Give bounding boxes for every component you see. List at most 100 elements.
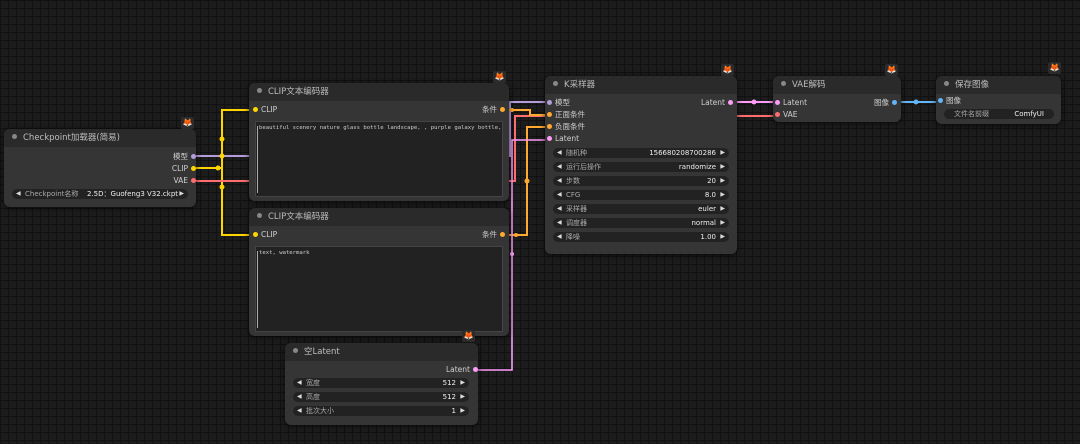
arrow-left-icon[interactable]: ◀ bbox=[557, 162, 562, 172]
arrow-left-icon[interactable]: ◀ bbox=[557, 176, 562, 186]
input-socket[interactable] bbox=[775, 100, 780, 105]
arrow-left-icon[interactable]: ◀ bbox=[557, 204, 562, 214]
collapse-dot[interactable] bbox=[12, 134, 17, 139]
widget-height[interactable]: ◀ 高度 512 ▶ bbox=[293, 392, 469, 402]
arrow-left-icon[interactable]: ◀ bbox=[297, 392, 302, 402]
fox-icon: 🦊 bbox=[181, 117, 194, 129]
arrow-right-icon[interactable]: ▶ bbox=[720, 162, 725, 172]
output-conditioning[interactable]: 条件 bbox=[457, 105, 505, 115]
output-socket[interactable] bbox=[191, 166, 196, 171]
node-save-image[interactable]: 保存图像 图像 文件名前缀 ComfyUI bbox=[936, 76, 1061, 124]
collapse-dot[interactable] bbox=[553, 81, 558, 86]
widget-width[interactable]: ◀ 宽度 512 ▶ bbox=[293, 378, 469, 388]
input-latent[interactable]: Latent bbox=[775, 98, 807, 108]
node-clip-text-encode-positive[interactable]: CLIP文本编码器 CLIP 条件 beautiful scenery natu… bbox=[249, 83, 509, 201]
collapse-dot[interactable] bbox=[257, 213, 262, 218]
arrow-left-icon[interactable]: ◀ bbox=[557, 190, 562, 200]
widget-batch-size[interactable]: ◀ 批次大小 1 ▶ bbox=[293, 406, 469, 416]
input-socket[interactable] bbox=[547, 100, 552, 105]
input-negative[interactable]: 负面条件 bbox=[547, 122, 585, 132]
widget-steps[interactable]: ◀ 步数 20 ▶ bbox=[553, 176, 729, 186]
input-image[interactable]: 图像 bbox=[938, 96, 961, 106]
node-title[interactable]: CLIP文本编码器 bbox=[249, 83, 509, 101]
arrow-right-icon[interactable]: ▶ bbox=[460, 392, 465, 402]
input-socket[interactable] bbox=[547, 112, 552, 117]
arrow-right-icon[interactable]: ▶ bbox=[179, 189, 184, 199]
output-image[interactable]: 图像 bbox=[849, 98, 897, 108]
arrow-right-icon[interactable]: ▶ bbox=[460, 406, 465, 416]
arrow-right-icon[interactable]: ▶ bbox=[720, 190, 725, 200]
widget-scheduler[interactable]: ◀ 调度器 normal ▶ bbox=[553, 218, 729, 228]
input-vae[interactable]: VAE bbox=[775, 110, 798, 120]
output-socket[interactable] bbox=[191, 178, 196, 183]
node-title[interactable]: 保存图像 bbox=[936, 76, 1061, 94]
arrow-left-icon[interactable]: ◀ bbox=[557, 148, 562, 158]
input-latent[interactable]: Latent bbox=[547, 134, 579, 144]
arrow-left-icon[interactable]: ◀ bbox=[557, 218, 562, 228]
output-socket[interactable] bbox=[191, 154, 196, 159]
arrow-left-icon[interactable]: ◀ bbox=[557, 232, 562, 242]
widget-seed[interactable]: ◀ 随机种 156680208700286 ▶ bbox=[553, 148, 729, 158]
input-socket[interactable] bbox=[775, 112, 780, 117]
output-clip[interactable]: CLIP bbox=[128, 164, 196, 174]
input-socket[interactable] bbox=[253, 107, 258, 112]
reroute-image bbox=[913, 99, 919, 105]
input-socket[interactable] bbox=[938, 98, 943, 103]
arrow-right-icon[interactable]: ▶ bbox=[460, 378, 465, 388]
input-clip[interactable]: CLIP bbox=[253, 230, 277, 240]
widget-cfg[interactable]: ◀ CFG 8.0 ▶ bbox=[553, 190, 729, 200]
node-title[interactable]: Checkpoint加载器(简易) bbox=[4, 129, 196, 147]
reroute-cond-neg-1 bbox=[524, 178, 530, 184]
node-title[interactable]: K采样器 bbox=[545, 76, 737, 94]
node-title[interactable]: CLIP文本编码器 bbox=[249, 208, 509, 226]
widget-denoise[interactable]: ◀ 降噪 1.00 ▶ bbox=[553, 232, 729, 242]
node-title[interactable]: VAE解码 bbox=[773, 76, 901, 94]
widget-label: 随机种 bbox=[566, 149, 587, 157]
input-clip[interactable]: CLIP bbox=[253, 105, 277, 115]
collapse-dot[interactable] bbox=[257, 88, 262, 93]
collapse-dot[interactable] bbox=[293, 348, 298, 353]
widget-sampler[interactable]: ◀ 采样器 euler ▶ bbox=[553, 204, 729, 214]
input-positive[interactable]: 正面条件 bbox=[547, 110, 585, 120]
arrow-left-icon[interactable]: ◀ bbox=[297, 406, 302, 416]
fox-icon: 🦊 bbox=[493, 71, 506, 83]
widget-control-after-generate[interactable]: ◀ 运行后操作 randomize ▶ bbox=[553, 162, 729, 172]
fox-icon: 🦊 bbox=[885, 64, 898, 76]
output-latent[interactable]: Latent bbox=[665, 98, 733, 108]
prompt-textarea[interactable]: beautiful scenery nature glass bottle la… bbox=[255, 121, 503, 197]
prompt-textarea[interactable]: text, watermark bbox=[255, 246, 503, 332]
arrow-right-icon[interactable]: ▶ bbox=[720, 218, 725, 228]
node-clip-text-encode-negative[interactable]: CLIP文本编码器 CLIP 条件 text, watermark bbox=[249, 208, 509, 336]
output-latent[interactable]: Latent bbox=[410, 365, 478, 375]
node-vae-decode[interactable]: VAE解码 Latent VAE 图像 bbox=[773, 76, 901, 122]
output-socket[interactable] bbox=[473, 367, 478, 372]
widget-ckpt-name[interactable]: ◀ Checkpoint名称 2.5D：Guofeng3 V32.ckpt ▶ bbox=[12, 189, 188, 199]
input-socket[interactable] bbox=[253, 232, 258, 237]
widget-value: euler bbox=[698, 205, 716, 213]
output-conditioning[interactable]: 条件 bbox=[457, 230, 505, 240]
output-socket[interactable] bbox=[500, 232, 505, 237]
collapse-dot[interactable] bbox=[944, 81, 949, 86]
input-socket[interactable] bbox=[547, 136, 552, 141]
arrow-left-icon[interactable]: ◀ bbox=[297, 378, 302, 388]
output-model[interactable]: 模型 bbox=[128, 152, 196, 162]
arrow-right-icon[interactable]: ▶ bbox=[720, 204, 725, 214]
node-title[interactable]: 空Latent bbox=[285, 343, 478, 361]
arrow-left-icon[interactable]: ◀ bbox=[16, 189, 21, 199]
widget-value: randomize bbox=[678, 163, 716, 171]
arrow-right-icon[interactable]: ▶ bbox=[720, 232, 725, 242]
output-socket[interactable] bbox=[892, 100, 897, 105]
output-socket[interactable] bbox=[728, 100, 733, 105]
input-socket[interactable] bbox=[547, 124, 552, 129]
node-checkpoint-loader[interactable]: Checkpoint加载器(简易) 模型 CLIP VAE ◀ Checkpoi… bbox=[4, 129, 196, 207]
output-vae[interactable]: VAE bbox=[128, 176, 196, 186]
widget-filename-prefix[interactable]: 文件名前缀 ComfyUI bbox=[944, 109, 1054, 119]
output-socket[interactable] bbox=[500, 107, 505, 112]
node-empty-latent[interactable]: 空Latent Latent ◀ 宽度 512 ▶ ◀ 高度 512 ▶ ◀ 批… bbox=[285, 343, 478, 425]
reroute-cond-neg-2 bbox=[514, 233, 518, 237]
input-model[interactable]: 模型 bbox=[547, 98, 570, 108]
collapse-dot[interactable] bbox=[781, 81, 786, 86]
node-ksampler[interactable]: K采样器 模型 正面条件 负面条件 Latent Latent ◀ 随机种 15… bbox=[545, 76, 737, 254]
arrow-right-icon[interactable]: ▶ bbox=[720, 176, 725, 186]
arrow-right-icon[interactable]: ▶ bbox=[720, 148, 725, 158]
